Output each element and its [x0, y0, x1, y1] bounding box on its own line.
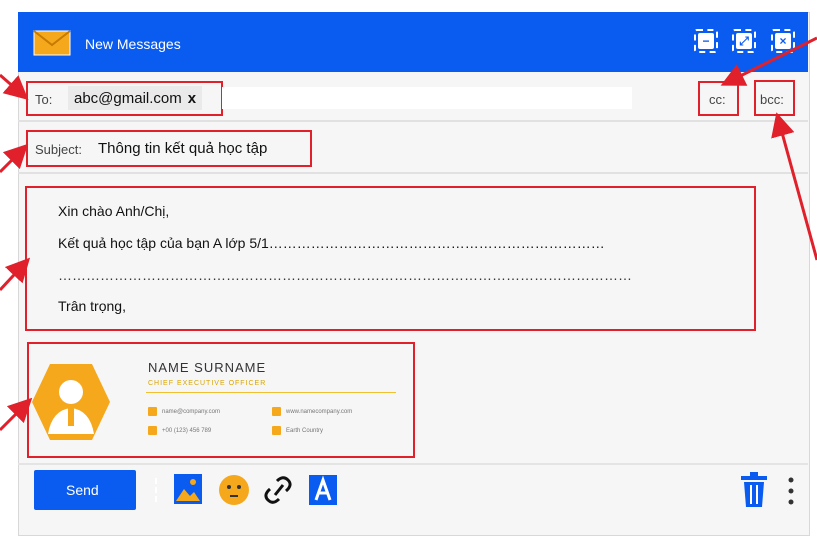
phone-icon [148, 426, 157, 435]
text-format-icon[interactable] [308, 474, 338, 506]
signature-email: name@company.com [148, 407, 220, 416]
envelope-icon [33, 30, 71, 56]
bcc-button[interactable]: bcc: [760, 92, 784, 107]
subject-label: Subject: [35, 142, 82, 157]
signature-location: Earth Country [272, 426, 323, 435]
location-icon [272, 426, 281, 435]
maximize-button[interactable]: ⤢ [732, 29, 756, 53]
send-options-divider [155, 478, 159, 502]
more-options-icon[interactable] [786, 476, 796, 506]
insert-image-icon[interactable] [173, 473, 203, 505]
close-icon: × [775, 33, 791, 49]
signature-phone: +00 (123) 456 789 [148, 426, 211, 435]
body-line-1: Kết quả học tập của bạn A lớp 5/1…………………… [58, 235, 605, 251]
signature-name: NAME SURNAME [148, 360, 267, 375]
to-row-divider [18, 120, 808, 122]
subject-row-divider [18, 172, 808, 174]
to-input[interactable] [222, 87, 632, 109]
body-line-2: …………………………………………………………………………………………………………… [58, 267, 632, 283]
recipient-chip[interactable]: abc@gmail.com x [68, 86, 203, 110]
recipient-email: abc@gmail.com [74, 89, 182, 107]
globe-icon [272, 407, 281, 416]
remove-recipient-icon[interactable]: x [188, 90, 196, 107]
to-label: To: [35, 92, 53, 107]
toolbar-divider [18, 463, 808, 465]
maximize-icon: ⤢ [736, 33, 752, 49]
email-icon [148, 407, 157, 416]
minimize-icon: − [698, 33, 714, 49]
minimize-button[interactable]: − [694, 29, 718, 53]
cc-button[interactable]: cc: [709, 92, 726, 107]
close-button[interactable]: × [771, 29, 795, 53]
link-icon[interactable] [263, 473, 293, 507]
emoji-icon[interactable] [218, 474, 250, 506]
signature-website: www.namecompany.com [272, 407, 352, 416]
window-title: New Messages [85, 36, 181, 52]
send-button[interactable]: Send [34, 470, 157, 510]
subject-input[interactable]: Thông tin kết quả học tập [98, 140, 267, 157]
trash-icon[interactable] [739, 472, 769, 508]
body-closing: Trân trọng, [58, 298, 126, 314]
signature-divider [146, 392, 396, 393]
body-greeting: Xin chào Anh/Chị, [58, 203, 170, 219]
avatar-icon [32, 364, 110, 440]
signature-title: CHIEF EXECUTIVE OFFICER [148, 380, 267, 387]
